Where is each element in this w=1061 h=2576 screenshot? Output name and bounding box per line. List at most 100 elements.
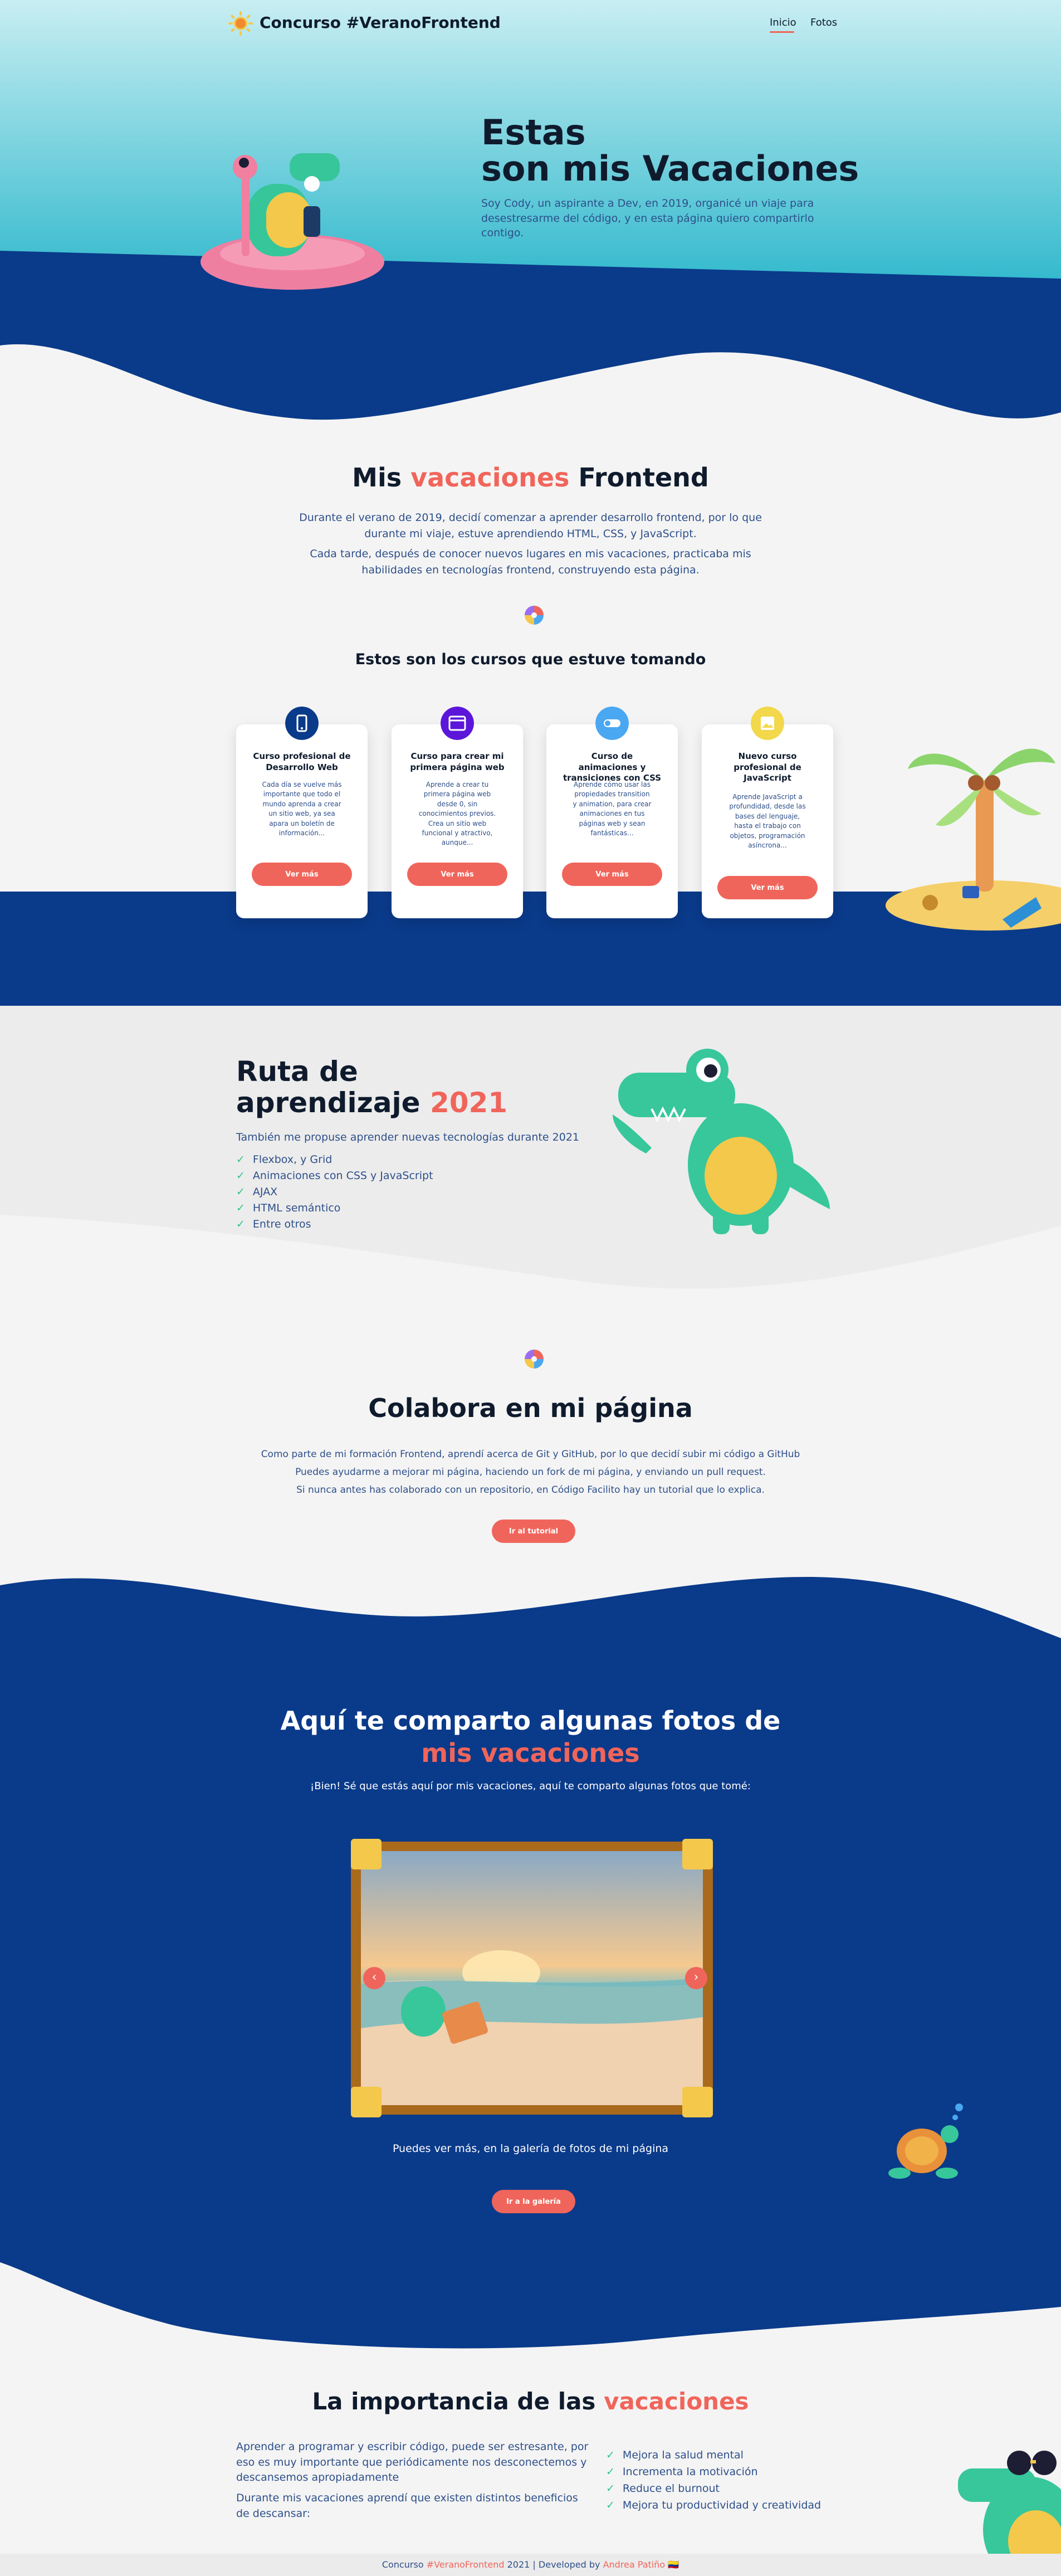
- ruta-list-item: ✓ HTML semántico: [236, 1202, 340, 1214]
- check-icon: ✓: [606, 2449, 615, 2461]
- mobile-icon: [285, 707, 319, 740]
- importancia-paragraph-2: Durante mis vacaciones aprendí que exist…: [236, 2492, 578, 2520]
- title-highlight: vacaciones: [410, 462, 570, 493]
- course-card: Curso para crear mi primera página web A…: [392, 707, 523, 918]
- ruta-title-line2: aprendizaje 2021: [236, 1087, 507, 1118]
- hero-title: Estas son mis Vacaciones: [481, 114, 859, 187]
- beneficio-text: Reduce el burnout: [622, 2482, 720, 2495]
- check-icon: ✓: [236, 1153, 245, 1166]
- ruta-list-item: ✓ Animaciones con CSS y JavaScript: [236, 1170, 433, 1182]
- check-icon: ✓: [236, 1170, 245, 1182]
- ruta-list-item: ✓ Entre otros: [236, 1218, 311, 1230]
- palm-island-illustration: [886, 748, 1061, 931]
- ver-mas-button[interactable]: Ver más: [717, 876, 818, 899]
- ruta-intro: También me propuse aprender nuevas tecno…: [236, 1131, 580, 1143]
- course-card-description: Aprende a crear tu primera página web de…: [418, 781, 496, 847]
- footer-hashtag[interactable]: #VeranoFrontend: [427, 2559, 505, 2570]
- check-icon: ✓: [606, 2466, 615, 2478]
- course-card: Curso de animaciones y transiciones con …: [546, 707, 678, 918]
- fotos-more-text: Puedes ver más, en la galería de fotos d…: [392, 2142, 669, 2155]
- image-icon: [751, 707, 784, 740]
- active-link-underline: [770, 31, 794, 33]
- beneficio-item: ✓ Mejora la salud mental: [606, 2449, 744, 2461]
- photo-carousel-frame: [351, 1839, 713, 2117]
- course-card-description: Cada día se vuelve más importante que to…: [262, 781, 342, 837]
- check-icon: ✓: [236, 1218, 245, 1230]
- fotos-title-line1: Aquí te comparto algunas fotos de: [280, 1706, 781, 1736]
- title-highlight: vacaciones: [604, 2388, 749, 2415]
- mis-vacaciones-paragraph-2: Cada tarde, después de conocer nuevos lu…: [310, 548, 751, 576]
- brand-name[interactable]: Concurso #VeranoFrontend: [260, 13, 501, 32]
- course-card-description: Aprende cómo usar las propiedades transi…: [573, 781, 652, 837]
- chevron-left-icon: ‹: [371, 1970, 377, 1984]
- ruta-item-text: HTML semántico: [252, 1202, 341, 1214]
- ruta-item-text: AJAX: [252, 1186, 278, 1198]
- beneficio-text: Mejora la salud mental: [622, 2449, 744, 2461]
- nav-link-inicio[interactable]: Inicio: [770, 17, 796, 28]
- browser-icon: [441, 707, 474, 740]
- carousel-prev-button[interactable]: ‹: [363, 1967, 385, 1989]
- footer: Concurso #VeranoFrontend 2021 | Develope…: [0, 2554, 1061, 2576]
- course-card: Curso profesional de Desarrollo Web Cada…: [236, 707, 368, 918]
- nav-link-fotos[interactable]: Fotos: [810, 17, 837, 28]
- ir-al-tutorial-button[interactable]: Ir al tutorial: [492, 1520, 575, 1543]
- hero-navy-wave: [0, 251, 1061, 420]
- title-part: Mis: [352, 462, 411, 493]
- hero-description: Soy Cody, un aspirante a Dev, en 2019, o…: [481, 197, 814, 240]
- ruta-grey-area: [0, 1006, 1061, 1289]
- ruta-list-item: ✓ Flexbox, y Grid: [236, 1153, 332, 1166]
- title-part: Frontend: [569, 462, 709, 493]
- fotos-subtitle: ¡Bien! Sé que estás aquí por mis vacacio…: [310, 1780, 751, 1792]
- ruta-title: Ruta de aprendizaje 2021: [236, 1056, 507, 1118]
- carousel-next-button[interactable]: ›: [685, 1967, 707, 1989]
- check-icon: ✓: [236, 1202, 245, 1214]
- beneficio-text: Incrementa la motivación: [622, 2466, 758, 2478]
- hero-title-line1: Estas: [481, 112, 586, 153]
- top-navbar: Concurso #VeranoFrontend Inicio Fotos: [0, 0, 1061, 47]
- footer-author-link[interactable]: Andrea Patiño: [603, 2559, 666, 2570]
- ver-mas-button[interactable]: Ver más: [407, 863, 507, 886]
- toggle-icon: [595, 707, 629, 740]
- course-card-title: Curso para crear mi primera página web: [410, 751, 505, 772]
- ruta-year: 2021: [429, 1087, 508, 1119]
- ir-a-la-galeria-button[interactable]: Ir a la galería: [492, 2190, 575, 2213]
- ruta-item-text: Entre otros: [252, 1218, 311, 1230]
- fotos-title-line2: mis vacaciones: [421, 1737, 640, 1768]
- beneficio-item: ✓ Incrementa la motivación: [606, 2466, 758, 2478]
- footer-text: Concurso: [382, 2559, 427, 2570]
- check-icon: ✓: [236, 1186, 245, 1198]
- courses-title: Estos son los cursos que estuve tomando: [355, 651, 706, 668]
- ver-mas-button[interactable]: Ver más: [562, 863, 662, 886]
- title-part: aprendizaje: [236, 1087, 430, 1119]
- beach-ball-icon: [525, 606, 544, 625]
- course-card-title: Curso de animaciones y transiciones con …: [563, 751, 662, 783]
- title-part: La importancia de las: [312, 2388, 604, 2415]
- ruta-item-text: Animaciones con CSS y JavaScript: [252, 1170, 433, 1182]
- beneficio-item: ✓ Mejora tu productividad y creatividad: [606, 2499, 821, 2511]
- beneficio-text: Mejora tu productividad y creatividad: [622, 2499, 822, 2511]
- course-card-title: Curso profesional de Desarrollo Web: [253, 751, 351, 772]
- check-icon: ✓: [606, 2482, 615, 2495]
- ruta-list-item: ✓ AJAX: [236, 1186, 277, 1198]
- sun-icon: [228, 11, 253, 36]
- beneficio-item: ✓ Reduce el burnout: [606, 2482, 720, 2495]
- ruta-title-line1: Ruta de: [236, 1055, 358, 1088]
- colabora-title: Colabora en mi página: [368, 1393, 693, 1423]
- colabora-line: Si nunca antes has colaborado con un rep…: [296, 1484, 765, 1496]
- footer-text: 2021 | Developed by: [504, 2559, 603, 2570]
- beach-ball-icon: [525, 1350, 544, 1369]
- importancia-paragraph-1: Aprender a programar y escribir código, …: [236, 2441, 589, 2484]
- course-card: Nuevo curso profesional de JavaScript Ap…: [702, 707, 833, 918]
- colabora-line: Puedes ayudarme a mejorar mi página, hac…: [295, 1467, 766, 1478]
- mis-vacaciones-title: Mis vacaciones Frontend: [0, 462, 1061, 493]
- importancia-title: La importancia de las vacaciones: [0, 2388, 1061, 2415]
- check-icon: ✓: [606, 2499, 615, 2511]
- mis-vacaciones-paragraph-1: Durante el verano de 2019, decidí comenz…: [299, 512, 762, 540]
- course-card-title: Nuevo curso profesional de JavaScript: [734, 751, 801, 783]
- ruta-item-text: Flexbox, y Grid: [252, 1153, 333, 1166]
- ver-mas-button[interactable]: Ver más: [252, 863, 352, 886]
- fotos-title: Aquí te comparto algunas fotos de mis va…: [0, 1705, 1061, 1769]
- colombia-flag-icon: 🇨🇴: [668, 2559, 679, 2570]
- course-card-description: Aprende JavaScript a profundidad, desde …: [729, 793, 806, 849]
- chevron-right-icon: ›: [693, 1970, 699, 1984]
